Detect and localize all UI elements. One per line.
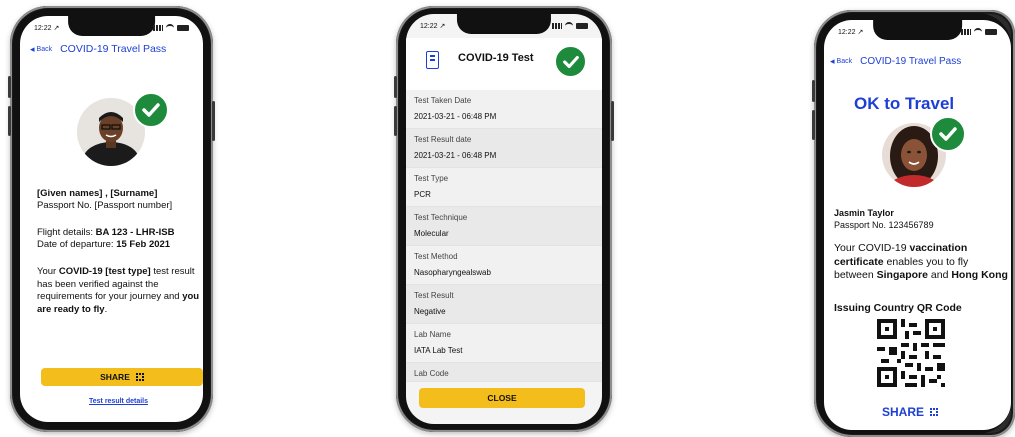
verified-check-icon — [930, 116, 966, 152]
verified-check-icon — [554, 45, 587, 78]
row-label: Test Method — [414, 252, 458, 261]
qr-code[interactable] — [877, 319, 945, 387]
chevron-left-icon: ◂ — [830, 55, 835, 66]
nav-title: COVID-19 Travel Pass — [60, 43, 167, 55]
ok-to-travel-title: OK to Travel — [854, 94, 955, 113]
msg-test-type: COVID-19 [test type] — [58, 266, 151, 277]
departure-label: Date of departure: — [37, 239, 117, 250]
row-value: Molecular — [414, 229, 449, 238]
traveller-name: [Given names] , [Surname] — [37, 188, 158, 199]
volume-button — [8, 76, 11, 98]
row-value: IATA Lab Test — [414, 346, 463, 355]
departure-value: 15 Feb 2021 — [116, 239, 171, 250]
volume-button — [394, 106, 397, 136]
phone-3: 12:22 ↗ ◂ Back COVID-19 Travel Pass OK to… — [812, 10, 1015, 437]
row-label: Test Type — [414, 174, 449, 183]
passport-number: Passport No. 123456789 — [834, 220, 934, 230]
list-item: Test Type PCR — [406, 168, 602, 207]
row-value: 2021-03-21 - 06:48 PM — [414, 112, 497, 121]
close-button[interactable]: CLOSE — [419, 388, 585, 408]
list-item: Test Result date 2021-03-21 - 06:48 PM — [406, 129, 602, 168]
wifi-icon — [166, 24, 174, 32]
list-item: Test Taken Date 2021-03-21 - 06:48 PM — [406, 90, 602, 129]
screen-2: 12:22 ↗ COVID-19 Test Test Taken Date 202… — [406, 14, 602, 424]
row-label: Lab Code — [414, 369, 449, 378]
row-value: 2021-03-21 - 06:48 PM — [414, 151, 497, 160]
nav-bar: ◂ Back COVID-19 Travel Pass — [830, 52, 1001, 70]
departure-date: Date of departure: 15 Feb 2021 — [37, 239, 202, 252]
msg-part: Your — [37, 266, 59, 277]
status-time: 12:22 ↗ — [838, 29, 864, 36]
status-bar: 12:22 ↗ — [420, 20, 588, 32]
traveller-name: Jasmin Taylor — [834, 208, 894, 218]
list-item: Test Technique Molecular — [406, 207, 602, 246]
back-button[interactable]: ◂ Back — [30, 43, 53, 54]
signal-icon — [552, 23, 562, 29]
test-details-list: Test Taken Date 2021-03-21 - 06:48 PM Tes… — [406, 90, 602, 382]
row-label: Lab Name — [414, 330, 451, 339]
power-button — [212, 101, 215, 141]
chevron-left-icon: ◂ — [30, 43, 35, 54]
wifi-icon — [565, 22, 573, 30]
qr-icon — [930, 408, 939, 416]
verified-check-icon — [133, 92, 169, 128]
row-label: Test Technique — [414, 213, 468, 222]
volume-button — [812, 80, 815, 102]
share-button[interactable]: SHARE — [41, 368, 203, 386]
share-button[interactable]: SHARE — [882, 405, 939, 419]
close-label: CLOSE — [487, 393, 517, 403]
row-label: Test Result — [414, 291, 454, 300]
msg-part: Your COVID-19 — [834, 242, 910, 254]
status-bar: 12:22 ↗ — [838, 26, 997, 38]
document-icon — [426, 51, 439, 69]
flight-details: Flight details: BA 123 - LHR-ISB — [37, 227, 202, 240]
battery-icon — [177, 25, 189, 31]
vaccination-message: Your COVID-19 vaccination certificate en… — [834, 242, 1009, 283]
status-bar: 12:22 ↗ — [34, 22, 189, 34]
qr-icon — [135, 373, 144, 381]
back-label: Back — [836, 57, 853, 65]
screen-3: 12:22 ↗ ◂ Back COVID-19 Travel Pass OK to… — [824, 20, 1011, 430]
row-label: Test Taken Date — [414, 96, 472, 105]
nav-bar: ◂ Back COVID-19 Travel Pass — [30, 40, 193, 58]
share-label: SHARE — [882, 405, 925, 419]
back-button[interactable]: ◂ Back — [830, 55, 853, 66]
row-value: Nasopharyngealswab — [414, 268, 491, 277]
passport-number: Passport No. [Passport number] — [37, 200, 173, 211]
row-label: Test Result date — [414, 135, 472, 144]
status-time: 12:22 ↗ — [34, 25, 60, 32]
qr-title: Issuing Country QR Code — [834, 302, 962, 314]
row-value: Negative — [414, 307, 446, 316]
battery-icon — [576, 23, 588, 29]
signal-icon — [153, 25, 163, 31]
list-item: Lab Code — [406, 363, 602, 382]
row-value: PCR — [414, 190, 431, 199]
volume-button — [394, 76, 397, 98]
signal-icon — [961, 29, 971, 35]
phone-2: 12:22 ↗ COVID-19 Test Test Taken Date 202… — [394, 6, 614, 432]
phone-1: 12:22 ↗ ◂ Back COVID-19 Travel Pass [Give… — [8, 6, 215, 432]
flight-label: Flight details: — [37, 227, 96, 238]
nav-title: COVID-19 Travel Pass — [860, 55, 962, 67]
test-result-details-link[interactable]: Test result details — [89, 398, 148, 405]
msg-origin: Singapore — [876, 269, 928, 281]
screen-1: 12:22 ↗ ◂ Back COVID-19 Travel Pass [Give… — [20, 16, 203, 422]
wifi-icon — [974, 28, 982, 36]
back-label: Back — [36, 45, 53, 53]
test-title: COVID-19 Test — [458, 52, 534, 64]
power-button — [611, 101, 614, 141]
volume-button — [8, 106, 11, 136]
list-item: Test Result Negative — [406, 285, 602, 324]
list-item: Lab Name IATA Lab Test — [406, 324, 602, 363]
msg-destination: Hong Kong — [951, 269, 1008, 281]
verification-message: Your COVID-19 [test type] test result ha… — [37, 266, 203, 316]
list-item: Test Method Nasopharyngealswab — [406, 246, 602, 285]
msg-part: . — [104, 303, 108, 315]
share-label: SHARE — [100, 372, 130, 382]
battery-icon — [985, 29, 997, 35]
volume-button — [812, 110, 815, 140]
msg-part: and — [927, 269, 952, 281]
flight-value: BA 123 - LHR-ISB — [95, 227, 175, 238]
status-time: 12:22 ↗ — [420, 23, 446, 30]
